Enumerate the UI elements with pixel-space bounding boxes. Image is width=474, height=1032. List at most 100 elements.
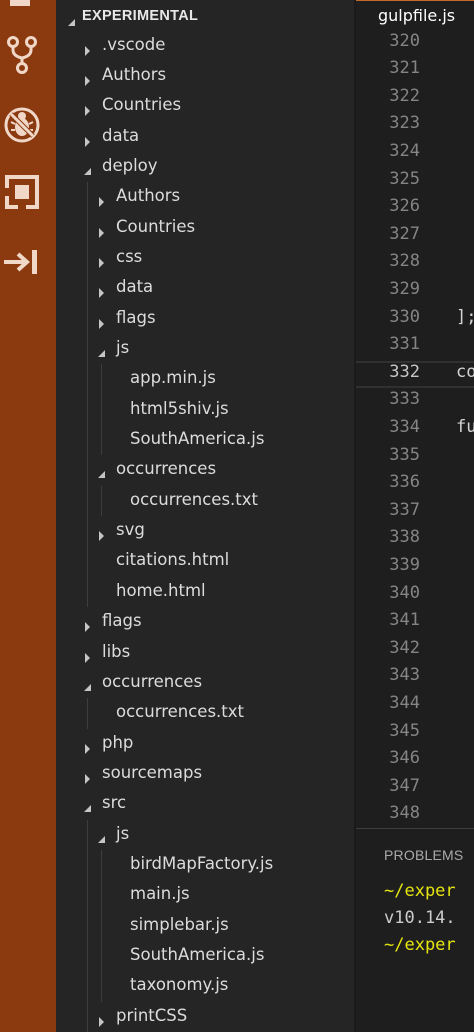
debug-icon[interactable]: [0, 103, 44, 147]
line-number: 341: [389, 610, 420, 631]
tree-item-label: occurrences.txt: [116, 702, 244, 722]
indent-guide: [87, 698, 88, 729]
chevron-right-icon[interactable]: [83, 739, 93, 758]
tree-item-label: flags: [102, 611, 142, 631]
folder-item[interactable]: sourcemaps: [56, 759, 354, 789]
chevron-right-icon[interactable]: [97, 223, 107, 242]
folder-item[interactable]: Authors: [56, 61, 354, 91]
folder-item[interactable]: svg: [56, 516, 354, 546]
code-line: fu: [456, 416, 474, 437]
chevron-right-icon[interactable]: [83, 71, 93, 90]
terminal-line: v10.14.: [384, 908, 456, 928]
tree-item-label: home.html: [116, 580, 206, 600]
chevron-right-icon[interactable]: [97, 1012, 107, 1031]
tree-item-label: Authors: [102, 64, 167, 84]
file-item[interactable]: home.html: [56, 577, 354, 607]
tab-bar: gulpfile.js: [356, 0, 474, 32]
line-number: 334: [389, 416, 420, 437]
chevron-right-icon[interactable]: [97, 283, 107, 302]
tree-item-label: src: [102, 793, 127, 813]
editor-area: gulpfile.js 320 321 322 323 324 325 326 327 328 3…: [356, 0, 474, 1032]
tree-item-label: simplebar.js: [130, 914, 229, 934]
folder-item[interactable]: data: [56, 273, 354, 303]
terminal-line: ~/exper: [384, 881, 456, 901]
tree-item-label: Authors: [116, 186, 181, 206]
line-number: 327: [389, 223, 420, 244]
folder-item[interactable]: libs: [56, 638, 354, 668]
folder-item[interactable]: Countries: [56, 91, 354, 121]
line-number: 338: [389, 527, 420, 548]
line-number: 329: [389, 278, 420, 299]
chevron-right-icon[interactable]: [83, 769, 93, 788]
folder-item[interactable]: src: [56, 789, 354, 819]
folder-item[interactable]: printCSS: [56, 1002, 354, 1032]
folder-item[interactable]: php: [56, 729, 354, 759]
line-number: 336: [389, 472, 420, 493]
line-number: 322: [389, 85, 420, 106]
folder-item[interactable]: occurrences: [56, 455, 354, 485]
tree-item-label: .vscode: [102, 34, 166, 54]
folder-item[interactable]: occurrences: [56, 668, 354, 698]
line-number: 320: [389, 30, 420, 51]
line-number: 321: [389, 58, 420, 79]
file-item[interactable]: occurrences.txt: [56, 698, 354, 728]
line-number: 333: [389, 389, 420, 410]
explorer-sidebar: EXPERIMENTAL .vscode Authors Countries data…: [56, 0, 354, 1032]
line-number: 339: [389, 554, 420, 575]
extensions-icon[interactable]: [0, 170, 44, 214]
chevron-right-icon[interactable]: [97, 526, 107, 545]
file-item[interactable]: citations.html: [56, 546, 354, 576]
tab-gulpfile[interactable]: gulpfile.js: [356, 0, 474, 32]
folder-item[interactable]: css: [56, 243, 354, 273]
chevron-down-icon[interactable]: [97, 465, 107, 484]
folder-item[interactable]: .vscode: [56, 31, 354, 61]
tree-item-label: html5shiv.js: [130, 398, 229, 418]
indent-guide: [87, 819, 88, 1032]
tree-item-label: citations.html: [116, 550, 230, 570]
folder-item[interactable]: js: [56, 334, 354, 364]
chevron-right-icon[interactable]: [83, 41, 93, 60]
chevron-down-icon[interactable]: [97, 830, 107, 849]
line-number: 348: [389, 803, 420, 824]
chevron-down-icon[interactable]: [83, 162, 93, 181]
folder-item[interactable]: deploy: [56, 152, 354, 182]
chevron-down-icon[interactable]: [83, 799, 93, 818]
folder-item[interactable]: flags: [56, 607, 354, 637]
chevron-down-icon[interactable]: [83, 678, 93, 697]
chevron-right-icon[interactable]: [97, 253, 107, 272]
tree-item-label: css: [116, 246, 143, 266]
chevron-right-icon[interactable]: [83, 648, 93, 667]
tree-item-label: taxonomy.js: [130, 975, 229, 995]
folder-item[interactable]: Countries: [56, 213, 354, 243]
tree-item-label: js: [116, 338, 130, 357]
explorer-icon[interactable]: [10, 0, 30, 6]
tree-item-label: libs: [102, 641, 131, 661]
chevron-right-icon[interactable]: [83, 132, 93, 151]
folder-item[interactable]: js: [56, 820, 354, 850]
line-number: 337: [389, 499, 420, 520]
tree-item-label: main.js: [130, 884, 190, 904]
line-number: 346: [389, 748, 420, 769]
chevron-right-icon[interactable]: [83, 101, 93, 120]
indent-guide: [101, 485, 102, 517]
explorer-section-header[interactable]: EXPERIMENTAL: [56, 0, 354, 32]
tree-item-label: svg: [116, 520, 145, 540]
folder-item[interactable]: Authors: [56, 182, 354, 212]
source-control-icon[interactable]: [0, 33, 44, 77]
explorer-title: EXPERIMENTAL: [82, 8, 199, 24]
chevron-right-icon[interactable]: [83, 617, 93, 636]
line-number: 331: [389, 334, 420, 355]
tab-problems[interactable]: PROBLEMS: [384, 847, 463, 863]
folder-item[interactable]: data: [56, 122, 354, 152]
bottom-panel: PROBLEMS ~/exper v10.14. ~/exper: [356, 829, 474, 1032]
chevron-right-icon[interactable]: [97, 192, 107, 211]
line-number: 335: [389, 444, 420, 465]
chevron-down-icon[interactable]: [97, 344, 107, 363]
tree-item-label: printCSS: [116, 1005, 188, 1025]
tree-item-label: sourcemaps: [102, 762, 203, 782]
tree-item-label: php: [102, 732, 134, 752]
indent-guide: [101, 849, 102, 1002]
panel-toggle-icon[interactable]: [0, 240, 44, 284]
chevron-right-icon[interactable]: [97, 314, 107, 333]
folder-item[interactable]: flags: [56, 304, 354, 334]
